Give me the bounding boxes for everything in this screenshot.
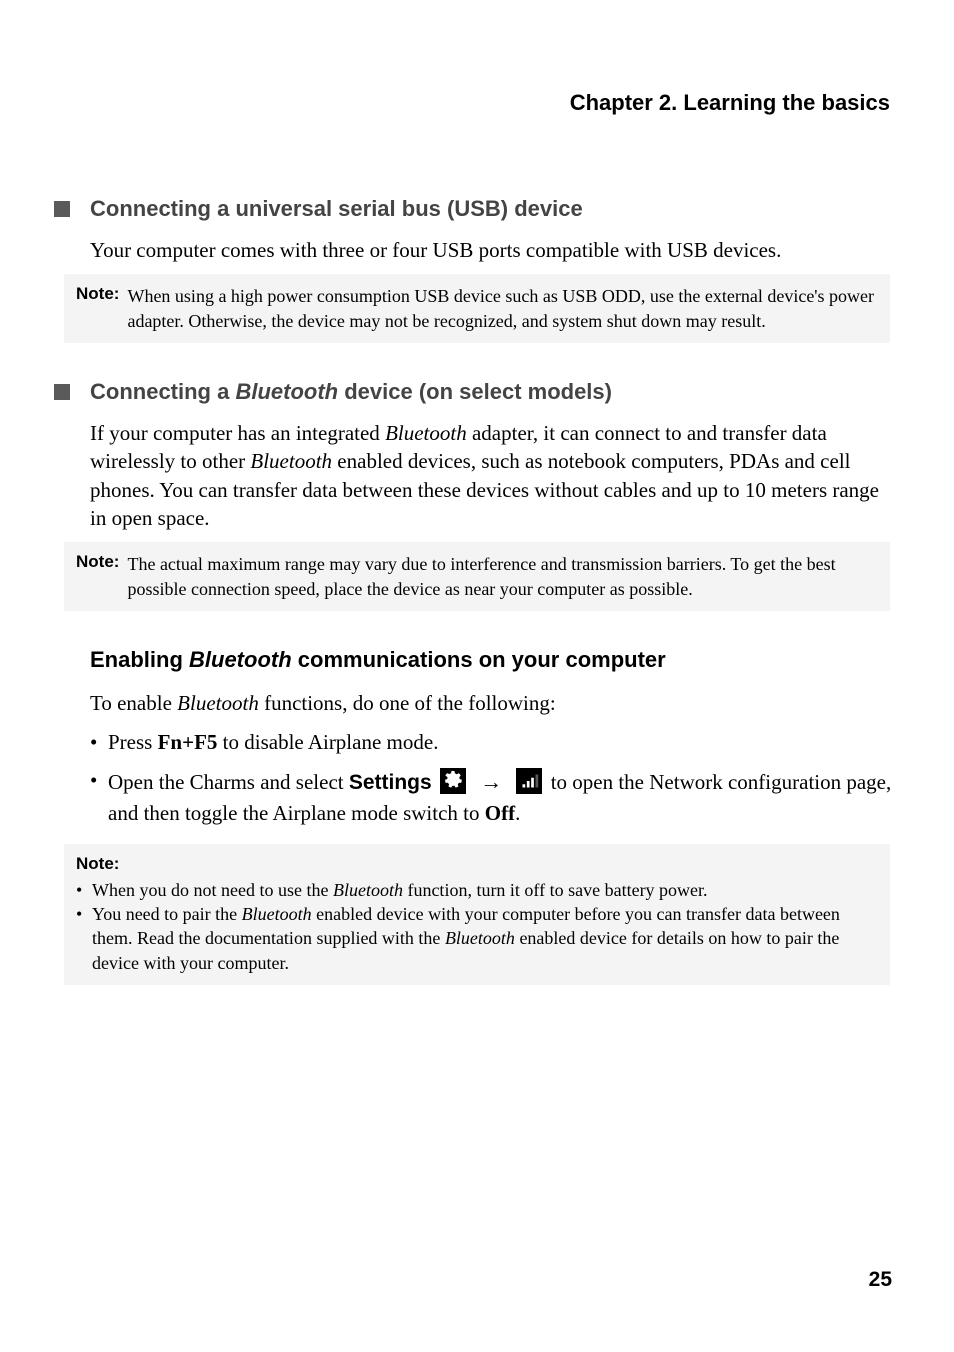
li-off-label: Off — [485, 801, 515, 825]
square-bullet-icon — [54, 201, 70, 217]
section-bluetooth: Connecting a Bluetooth device (on select… — [54, 379, 900, 611]
body-text-usb: Your computer comes with three or four U… — [90, 236, 890, 264]
signal-icon — [516, 768, 542, 794]
note-box-bluetooth: Note: The actual maximum range may vary … — [64, 542, 890, 611]
square-bullet-icon — [54, 384, 70, 400]
note-box-final: Note: • When you do not need to use the … — [64, 844, 890, 985]
section-heading-usb: Connecting a universal serial bus (USB) … — [54, 196, 900, 222]
body-italic: Bluetooth — [250, 449, 332, 473]
bullet-icon: • — [76, 878, 92, 902]
page-container: Chapter 2. Learning the basics Connectin… — [0, 0, 954, 1352]
bullet-icon: • — [90, 765, 108, 797]
section-title-bluetooth: Connecting a Bluetooth device (on select… — [90, 379, 612, 405]
heading-part: communications on your computer — [292, 647, 666, 672]
note-label: Note: — [76, 552, 127, 572]
li-part: When you do not need to use the — [92, 880, 333, 900]
note-label: Note: — [76, 854, 878, 874]
li-italic: Bluetooth — [445, 928, 515, 948]
li-part: to disable Airplane mode. — [217, 730, 438, 754]
note-text-bluetooth: The actual maximum range may vary due to… — [127, 552, 878, 601]
li-italic: Bluetooth — [242, 904, 312, 924]
note-box-usb: Note: When using a high power consumptio… — [64, 274, 890, 343]
gear-icon — [440, 768, 466, 794]
note-list-final: • When you do not need to use the Blueto… — [76, 878, 878, 975]
section-title-usb: Connecting a universal serial bus (USB) … — [90, 196, 583, 222]
body-part: If your computer has an integrated — [90, 421, 385, 445]
note-text-usb: When using a high power consumption USB … — [127, 284, 878, 333]
intro-part: functions, do one of the following: — [259, 691, 556, 715]
chapter-header: Chapter 2. Learning the basics — [54, 90, 900, 116]
li-part: . — [515, 801, 520, 825]
sub-heading-enabling: Enabling Bluetooth communications on you… — [90, 647, 900, 673]
list-item-content: You need to pair the Bluetooth enabled d… — [92, 902, 878, 975]
section-heading-bluetooth: Connecting a Bluetooth device (on select… — [54, 379, 900, 405]
bullet-icon: • — [76, 902, 92, 975]
li-part: function, turn it off to save battery po… — [403, 880, 708, 900]
arrow-icon: → — [480, 769, 502, 794]
list-item-content: Open the Charms and select Settings → to… — [108, 765, 900, 830]
li-settings-label: Settings — [349, 771, 432, 794]
li-italic: Bluetooth — [333, 880, 403, 900]
body-text-enabling: To enable Bluetooth functions, do one of… — [90, 689, 890, 717]
body-italic: Bluetooth — [385, 421, 467, 445]
list-item: • When you do not need to use the Blueto… — [76, 878, 878, 902]
page-number: 25 — [869, 1268, 892, 1292]
note-label: Note: — [76, 284, 127, 304]
heading-part: Enabling — [90, 647, 189, 672]
body-text-bluetooth: If your computer has an integrated Bluet… — [90, 419, 890, 532]
bullet-icon: • — [90, 727, 108, 759]
intro-italic: Bluetooth — [177, 691, 259, 715]
section-usb: Connecting a universal serial bus (USB) … — [54, 196, 900, 343]
body-list-enabling: • Press Fn+F5 to disable Airplane mode. … — [90, 727, 900, 830]
li-part: Open the Charms and select — [108, 770, 349, 794]
list-item: • Open the Charms and select Settings → … — [90, 765, 900, 830]
intro-part: To enable — [90, 691, 177, 715]
li-part: You need to pair the — [92, 904, 242, 924]
list-item: • You need to pair the Bluetooth enabled… — [76, 902, 878, 975]
li-part: Press — [108, 730, 158, 754]
list-item-content: When you do not need to use the Bluetoot… — [92, 878, 708, 902]
list-item: • Press Fn+F5 to disable Airplane mode. — [90, 727, 900, 759]
title-part: Connecting a — [90, 379, 235, 404]
list-item-content: Press Fn+F5 to disable Airplane mode. — [108, 727, 900, 759]
title-italic: Bluetooth — [235, 379, 338, 404]
title-part: device (on select models) — [338, 379, 612, 404]
li-bold: Fn+F5 — [158, 730, 218, 754]
heading-italic: Bluetooth — [189, 647, 292, 672]
